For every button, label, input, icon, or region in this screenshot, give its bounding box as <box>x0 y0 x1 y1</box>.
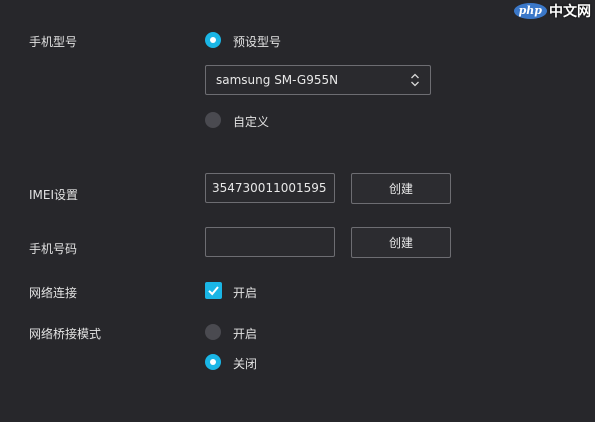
phone-number-label: 手机号码 <box>29 242 78 256</box>
bridge-off-radio[interactable] <box>205 354 221 370</box>
checkmark-icon <box>208 286 219 296</box>
preset-model-radio[interactable] <box>205 32 221 48</box>
watermark-logo: php 中文网 <box>513 0 591 22</box>
custom-model-radio[interactable] <box>205 112 221 128</box>
network-label: 网络连接 <box>29 286 78 300</box>
settings-panel: php 中文网 手机型号 预设型号 samsung SM-G955N 自定义 I… <box>0 0 595 422</box>
imei-create-button[interactable]: 创建 <box>351 173 451 204</box>
imei-label: IMEI设置 <box>29 188 79 202</box>
phone-create-button[interactable]: 创建 <box>351 227 451 258</box>
phone-model-label: 手机型号 <box>29 35 78 49</box>
model-select-value: samsung SM-G955N <box>216 73 339 87</box>
network-enable-label: 开启 <box>233 286 258 300</box>
watermark-site: 中文网 <box>549 4 591 20</box>
bridge-on-radio[interactable] <box>205 324 221 340</box>
model-select[interactable]: samsung SM-G955N <box>205 65 431 95</box>
phone-number-input[interactable] <box>205 227 335 257</box>
chevron-updown-icon <box>411 73 419 87</box>
imei-input[interactable] <box>205 173 335 203</box>
bridge-mode-label: 网络桥接模式 <box>29 327 102 341</box>
preset-model-label: 预设型号 <box>233 35 282 49</box>
watermark-badge: php <box>513 3 547 19</box>
network-enable-checkbox[interactable] <box>205 282 222 299</box>
custom-model-label: 自定义 <box>233 115 270 129</box>
bridge-on-label: 开启 <box>233 327 258 341</box>
bridge-off-label: 关闭 <box>233 357 258 371</box>
